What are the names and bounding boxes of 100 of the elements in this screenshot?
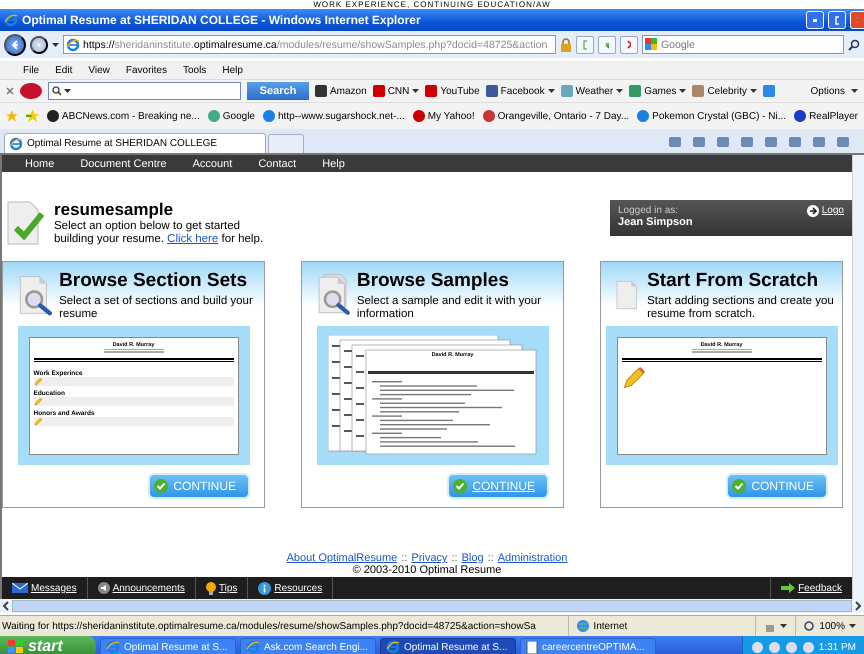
search-icon[interactable] [848, 38, 860, 50]
caret-icon [52, 42, 59, 46]
copyright-text: © 2003-2010 Optimal Resume [352, 564, 502, 576]
taskbar-button[interactable]: Optimal Resume at S... [380, 638, 516, 654]
nav-link[interactable]: Home [12, 158, 68, 170]
refresh-button[interactable] [598, 36, 616, 54]
card-description: Select a set of sections and build your resume [59, 295, 254, 321]
left-arrow-icon [12, 40, 18, 50]
horizontal-scrollbar[interactable] [0, 599, 864, 613]
megaphone-icon [98, 582, 110, 594]
toolbar-link[interactable]: Weather [560, 85, 624, 97]
favorite-link[interactable]: Pokemon Crystal (GBC) - Ni... [637, 110, 786, 122]
caret-icon [412, 89, 420, 93]
caret-icon [851, 89, 858, 93]
globe-icon [577, 620, 590, 632]
document-icon [526, 640, 538, 654]
favorite-link[interactable]: ABCNews.com - Breaking ne... [46, 110, 200, 122]
footer-link[interactable]: Administration [498, 552, 568, 564]
footer-link[interactable]: About OptimalResume [286, 552, 398, 564]
options-menu[interactable]: Options [810, 86, 845, 96]
windows-logo-icon [8, 640, 24, 654]
address-field[interactable]: https://sheridaninstitute.optimalresume.ca/modules/resume/showSamples.php?docid=48725&action [63, 35, 556, 54]
card-title: Browse Section Sets [59, 270, 248, 292]
menu-item[interactable]: Help [215, 64, 250, 76]
taskbar-button[interactable]: Optimal Resume at S... [100, 638, 236, 654]
caret-icon [679, 89, 686, 93]
toolbar-link[interactable]: Facebook [486, 85, 555, 97]
pencil-icon [34, 416, 42, 426]
toolbar-link[interactable]: YouTube [425, 85, 480, 97]
pencil-icon [622, 366, 646, 390]
status-text: Waiting for https://sheridaninstitute.optimalresume.ca/modules/resume/showSamples.php?docid=48725&action=showSa [1, 620, 537, 632]
info-icon [258, 582, 272, 594]
clock: 1:31 PM [818, 642, 856, 652]
close-button[interactable] [850, 11, 864, 29]
footer-link[interactable]: Privacy [411, 552, 448, 564]
page-banner-text: WORK EXPERIENCE, CONTINUING EDUCATION/AW [313, 0, 551, 9]
nav-link[interactable]: Account [180, 158, 246, 170]
star-icon[interactable] [6, 109, 18, 123]
toolbar-link[interactable]: Amazon [315, 85, 367, 97]
menu-item[interactable]: View [81, 64, 117, 76]
search-button[interactable]: Search [247, 82, 309, 100]
menu-item[interactable]: Edit [48, 64, 80, 76]
minimize-button[interactable] [806, 11, 824, 29]
menu-item[interactable]: Favorites [118, 64, 174, 76]
check-icon [732, 479, 746, 493]
card-description: Start adding sections and create you resume from scratch. [647, 295, 835, 321]
separator-text: :: [401, 552, 408, 564]
menu-item[interactable]: File [16, 64, 46, 76]
more-icon[interactable] [762, 85, 775, 97]
vertical-scrollbar[interactable] [852, 155, 864, 599]
caret-icon [616, 89, 624, 93]
compatibility-button[interactable] [576, 36, 594, 54]
window-title: Optimal Resume at SHERIDAN COLLEGE - Windows Internet Explorer [22, 13, 422, 27]
stop-icon [627, 40, 631, 49]
forward-button[interactable] [30, 36, 48, 54]
menu-item[interactable]: Tools [176, 64, 214, 76]
logout-link[interactable]: Logo [806, 205, 844, 231]
toolbar-link[interactable]: Celebrity [692, 85, 757, 97]
browser-tab[interactable]: Optimal Resume at SHERIDAN COLLEGE [4, 133, 266, 153]
caret-icon [750, 89, 757, 93]
browser-icon [106, 640, 120, 654]
caret-icon [849, 624, 856, 628]
browser-icon [4, 13, 18, 27]
envelope-icon [12, 583, 28, 593]
favorite-link[interactable]: RealPlayer [794, 110, 858, 122]
restore-button[interactable] [828, 11, 846, 29]
favorite-link[interactable]: Orangeville, Ontario - 7 Day... [482, 110, 630, 122]
favorite-link[interactable]: Google [208, 110, 255, 122]
caret-icon [780, 624, 788, 628]
page-title: resumesample [54, 200, 174, 220]
toolbar-link[interactable]: Games [629, 85, 686, 97]
favorite-link[interactable]: My Yahoo! [412, 110, 475, 122]
taskbar-button[interactable]: careercentreOPTIMA... [520, 638, 656, 654]
user-name: Jean Simpson [618, 216, 693, 228]
search-field[interactable]: Google [642, 35, 844, 54]
card-description: Select a sample and edit it with your information [356, 295, 542, 321]
ask-search-field[interactable] [48, 82, 241, 100]
restore-icon [835, 16, 839, 24]
taskbar-button[interactable]: Ask.com Search Engi... [240, 638, 376, 654]
caret-icon [548, 89, 555, 93]
favorite-link[interactable]: http--www.sugarshock.net-... [263, 110, 405, 122]
inline-link[interactable]: Click here [167, 233, 218, 245]
toolbar-link[interactable]: CNN [372, 85, 420, 97]
pencil-icon [34, 376, 42, 386]
separator-text: :: [451, 552, 458, 564]
login-label: Logged in as: [618, 205, 680, 216]
nav-link[interactable]: Help [309, 158, 358, 170]
check-icon [453, 479, 468, 493]
footer-link[interactable]: Blog [462, 552, 484, 564]
new-tab-button[interactable] [268, 134, 304, 153]
minimize-icon [813, 18, 817, 22]
back-button[interactable] [4, 34, 26, 56]
card-title: Start From Scratch [647, 270, 820, 292]
search-icon [52, 86, 62, 96]
browser-icon [386, 640, 400, 654]
add-favorite-icon[interactable] [26, 109, 39, 123]
zoom-icon [804, 620, 816, 632]
nav-link[interactable]: Document Centre [67, 158, 180, 170]
stop-button[interactable] [620, 36, 638, 54]
nav-link[interactable]: Contact [245, 158, 310, 170]
